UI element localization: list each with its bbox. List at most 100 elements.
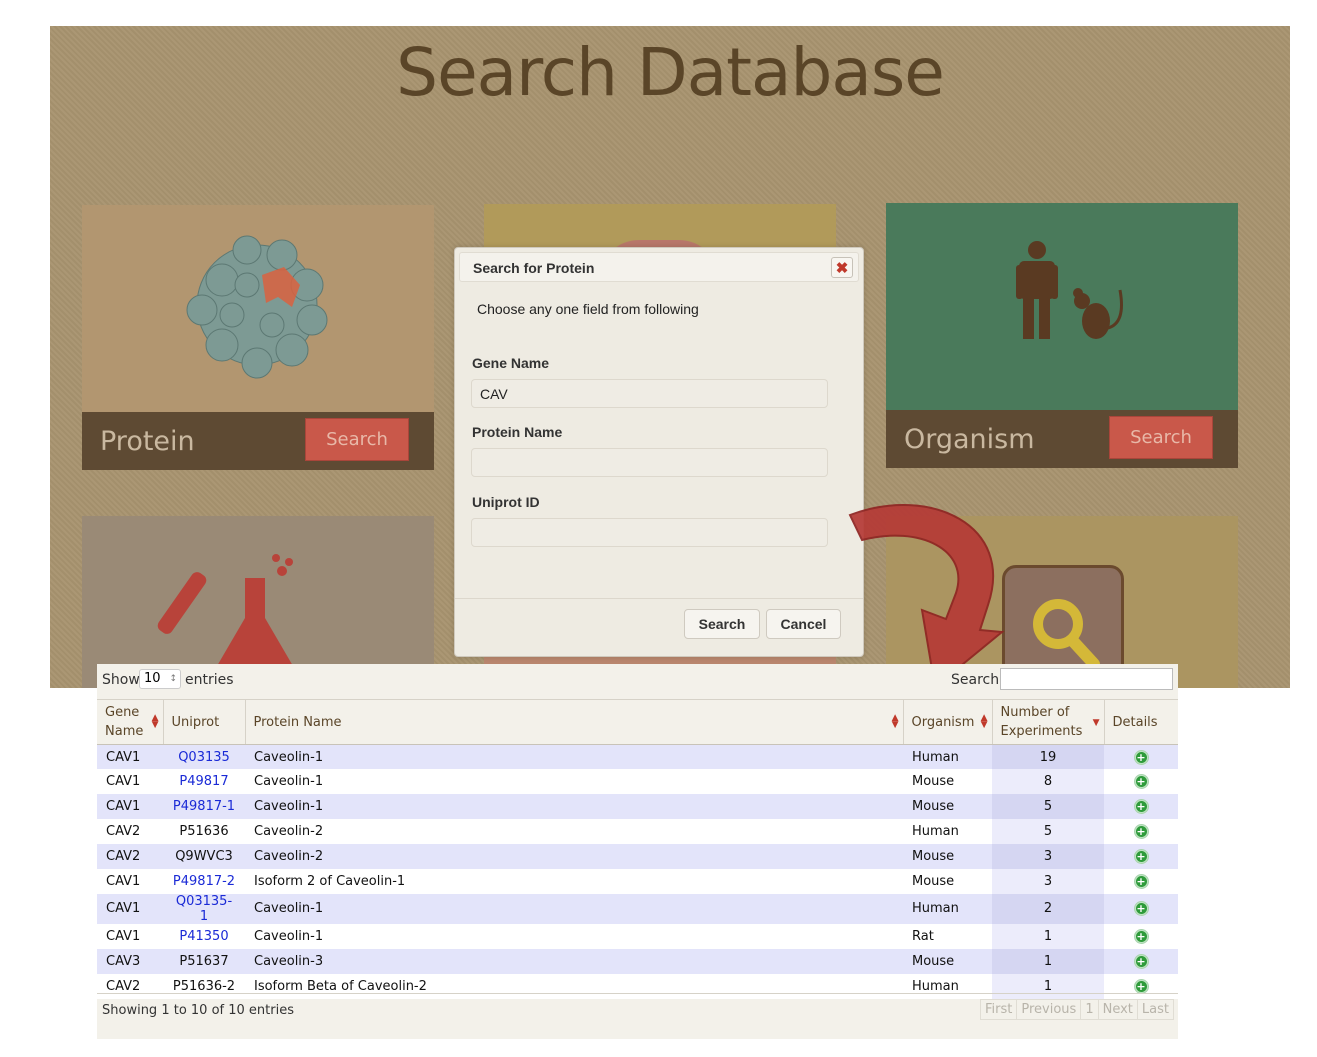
cell-details: +: [1104, 893, 1178, 924]
pagination: First Previous 1 Next Last: [980, 999, 1174, 1020]
cell-organism: Mouse: [903, 948, 992, 974]
plus-circle-icon[interactable]: +: [1134, 750, 1148, 764]
cell-protein: Caveolin-3: [245, 948, 903, 974]
protein-tile: Protein Search: [82, 205, 434, 470]
col-gene-name[interactable]: Gene Name ▲ ▼: [97, 699, 164, 745]
plus-circle-icon[interactable]: +: [1134, 825, 1148, 839]
organism-tile: Organism Search: [886, 203, 1238, 468]
uniprot-link[interactable]: P49817-2: [173, 874, 235, 889]
col-organism[interactable]: Organism ▲ ▼: [903, 699, 993, 745]
cell-experiments: 3: [992, 868, 1104, 894]
cell-experiments: 5: [992, 819, 1104, 845]
plus-circle-icon[interactable]: +: [1134, 775, 1148, 789]
results-panel: Show 10 entries Search: Gene Name ▲▼ Unip…: [97, 664, 1178, 1039]
uniprot-link[interactable]: P49817-1: [173, 799, 235, 814]
page-last-button[interactable]: Last: [1136, 999, 1174, 1020]
table-row: CAV2 P51636 Caveolin-2 Human 5 +: [97, 819, 1178, 845]
col-experiments[interactable]: Number of Experiments ▼: [992, 699, 1105, 745]
uniprot-text: P51636: [179, 824, 229, 840]
cell-gene: CAV1: [97, 893, 163, 924]
cell-organism: Rat: [903, 923, 992, 949]
uniprot-link[interactable]: Q03135-1: [176, 894, 232, 924]
col-organism-label: Organism: [911, 714, 975, 730]
page-1-button[interactable]: 1: [1080, 999, 1099, 1020]
organism-tile-label: Organism: [904, 424, 1035, 455]
uniprot-link[interactable]: P41350: [179, 929, 228, 944]
cell-organism: Mouse: [903, 844, 992, 869]
plus-circle-icon[interactable]: +: [1134, 979, 1148, 993]
table-body: CAV1 Q03135 Caveolin-1 Human 19 + CAV1 P…: [97, 744, 1178, 999]
organism-search-button[interactable]: Search: [1109, 416, 1213, 459]
page-first-button[interactable]: First: [980, 999, 1018, 1020]
sort-both-icon: ▲ ▼: [980, 713, 988, 730]
table-search-label: Search:: [951, 672, 1004, 688]
plus-circle-icon[interactable]: +: [1134, 874, 1148, 888]
cell-organism: Human: [903, 744, 992, 770]
protein-name-label: Protein Name: [472, 424, 563, 440]
page-title: Search Database: [396, 34, 945, 111]
dialog-search-button[interactable]: Search: [684, 609, 760, 639]
cell-experiments: 8: [992, 769, 1104, 795]
cell-details: +: [1104, 868, 1178, 894]
cell-uniprot: P49817-1: [163, 794, 245, 820]
table-row: CAV1 Q03135-1 Caveolin-1 Human 2 +: [97, 893, 1178, 924]
cell-gene: CAV1: [97, 769, 163, 795]
cell-protein: Caveolin-2: [245, 819, 903, 845]
plus-circle-icon[interactable]: +: [1134, 850, 1148, 863]
gene-name-input[interactable]: [471, 379, 828, 408]
table-search-input[interactable]: [1000, 668, 1173, 690]
table-header-row: Gene Name ▲ ▼ Uniprot Protein Name ▲ ▼ Organ…: [97, 699, 1178, 745]
cell-details: +: [1104, 923, 1178, 949]
cell-gene: CAV1: [97, 923, 163, 949]
human-mouse-icon: [1016, 241, 1123, 339]
cell-protein: Caveolin-1: [245, 794, 903, 820]
protein-name-input[interactable]: [471, 448, 828, 477]
cell-uniprot: Q03135: [163, 744, 245, 770]
entries-label: entries: [185, 672, 234, 688]
close-x-icon[interactable]: ✖: [831, 257, 853, 278]
col-details-label: Details: [1112, 714, 1158, 730]
plus-circle-icon[interactable]: +: [1134, 902, 1148, 916]
table-row: CAV1 P49817-2 Isoform 2 of Caveolin-1 Mo…: [97, 868, 1178, 894]
page-next-button[interactable]: Next: [1097, 999, 1138, 1020]
table-toolbar: Show 10 entries Search:: [97, 664, 1178, 699]
col-protein-name-label: Protein Name: [253, 714, 342, 730]
uniprot-text: P51637: [179, 953, 229, 969]
cell-details: +: [1104, 769, 1178, 795]
plus-circle-icon[interactable]: +: [1134, 800, 1148, 814]
dialog-cancel-button[interactable]: Cancel: [766, 609, 841, 639]
uniprot-id-input[interactable]: [471, 518, 828, 547]
plus-circle-icon[interactable]: +: [1134, 954, 1148, 968]
sort-both-icon: ▲ ▼: [891, 713, 899, 730]
dialog-header: Search for Protein ✖: [459, 252, 859, 282]
cell-details: +: [1104, 948, 1178, 974]
page-previous-button[interactable]: Previous: [1016, 999, 1082, 1020]
cell-protein: Caveolin-1: [245, 769, 903, 795]
col-protein-name[interactable]: Protein Name ▲ ▼: [245, 699, 904, 745]
dialog-instructions: Choose any one field from following: [477, 301, 699, 317]
cell-details: +: [1104, 794, 1178, 820]
protein-structure-icon: [186, 235, 328, 379]
col-uniprot-label: Uniprot: [171, 714, 220, 730]
cell-protein: Caveolin-1: [245, 923, 903, 949]
organism-tile-footer: Organism Search: [886, 410, 1238, 468]
uniprot-link[interactable]: Q03135: [178, 750, 230, 765]
cell-uniprot: P49817: [163, 769, 245, 795]
cell-experiments: 1: [992, 923, 1104, 949]
dialog-title: Search for Protein: [473, 260, 595, 276]
col-uniprot[interactable]: Uniprot: [163, 699, 246, 745]
cell-gene: CAV2: [97, 844, 163, 869]
col-gene-name-label: Gene Name: [105, 705, 144, 739]
cell-experiments: 19: [992, 744, 1104, 770]
cell-details: +: [1104, 819, 1178, 845]
table-row: CAV1 P49817 Caveolin-1 Mouse 8 +: [97, 769, 1178, 795]
uniprot-link[interactable]: P49817: [179, 774, 228, 789]
cell-details: +: [1104, 844, 1178, 869]
plus-circle-icon[interactable]: +: [1134, 929, 1148, 943]
protein-search-button[interactable]: Search: [305, 418, 409, 461]
lab-flask-icon: [157, 554, 300, 678]
cell-uniprot: P49817-2: [163, 868, 245, 894]
entries-length-select[interactable]: 10: [139, 669, 181, 689]
cell-protein: Caveolin-2: [245, 844, 903, 869]
cell-organism: Human: [903, 819, 992, 845]
